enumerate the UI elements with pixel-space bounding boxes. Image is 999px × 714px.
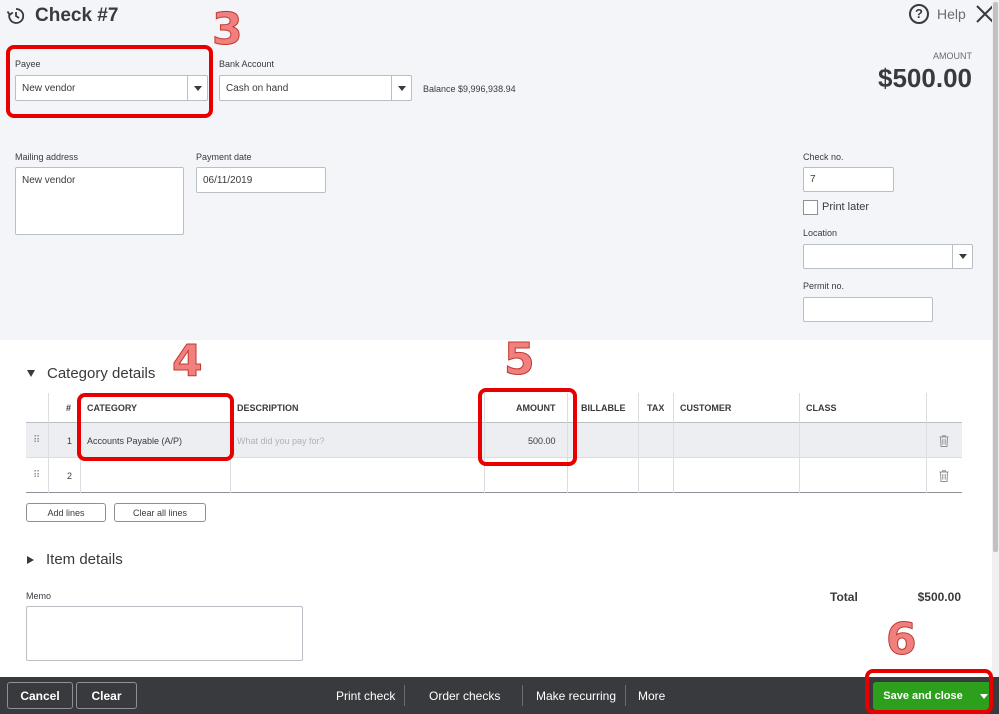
column-divider — [926, 393, 927, 493]
print-later-checkbox[interactable] — [803, 200, 818, 215]
column-divider — [673, 393, 674, 493]
footer-divider — [625, 685, 626, 706]
trash-icon[interactable] — [939, 470, 949, 482]
row-description[interactable]: What did you pay for? — [237, 423, 325, 458]
bank-balance: Balance $9,996,938.94 — [423, 84, 516, 94]
column-divider — [48, 393, 49, 493]
more-link[interactable]: More — [638, 677, 665, 714]
bank-account-dropdown-toggle[interactable] — [391, 76, 411, 100]
help-icon: ? — [909, 4, 929, 24]
amount-label: AMOUNT — [933, 51, 972, 61]
column-divider — [799, 393, 800, 493]
add-lines-button[interactable]: Add lines — [26, 503, 106, 522]
mailing-address-input[interactable]: New vendor — [15, 167, 184, 235]
row-amount[interactable]: 500.00 — [528, 423, 556, 458]
location-label: Location — [803, 228, 838, 238]
mailing-address-value: New vendor — [22, 175, 76, 186]
chevron-down-icon — [958, 254, 967, 259]
help-label: Help — [937, 6, 966, 22]
memo-label: Memo — [26, 591, 52, 601]
save-and-close-label: Save and close — [883, 690, 963, 702]
payee-dropdown-toggle[interactable] — [187, 76, 207, 100]
payment-date-label: Payment date — [196, 152, 252, 162]
row-num: 1 — [67, 435, 73, 446]
chevron-down-icon[interactable] — [980, 694, 988, 699]
page-title: Check #7 — [35, 5, 119, 26]
check-no-input[interactable]: 7 — [803, 167, 894, 192]
drag-handle-icon[interactable]: ⠿ — [33, 458, 40, 493]
order-checks-link[interactable]: Order checks — [429, 677, 500, 714]
col-category: CATEGORY — [87, 403, 138, 413]
check-no-label: Check no. — [803, 152, 844, 162]
bank-account-label: Bank Account — [219, 59, 275, 69]
item-details-toggle[interactable]: Item details — [27, 551, 123, 568]
total-label: Total — [830, 590, 858, 604]
mailing-address-label: Mailing address — [15, 152, 79, 162]
category-details-title: Category details — [47, 365, 156, 382]
table-row[interactable]: ⠿ 2 — [26, 458, 962, 493]
permit-no-label: Permit no. — [803, 281, 845, 291]
payment-date-value: 06/11/2019 — [203, 174, 253, 186]
table-row[interactable]: ⠿ 1 Accounts Payable (A/P) What did you … — [26, 423, 962, 458]
footer-divider — [404, 685, 405, 706]
save-and-close-button[interactable]: Save and close — [873, 682, 993, 710]
print-later-label: Print later — [822, 201, 870, 213]
col-num: # — [66, 403, 72, 413]
column-divider — [567, 393, 568, 493]
row-category[interactable]: Accounts Payable (A/P) — [87, 423, 182, 458]
caret-down-icon — [27, 370, 35, 377]
col-customer: CUSTOMER — [680, 403, 732, 413]
print-check-link[interactable]: Print check — [336, 677, 395, 714]
permit-no-input[interactable] — [803, 297, 933, 322]
memo-input[interactable] — [26, 606, 303, 661]
column-divider — [80, 393, 81, 493]
col-billable: BILLABLE — [581, 403, 626, 413]
help-button[interactable]: ? Help — [909, 4, 966, 24]
payment-date-input[interactable]: 06/11/2019 — [196, 167, 326, 193]
row-num: 2 — [67, 470, 73, 481]
column-divider — [484, 393, 485, 493]
location-dropdown[interactable] — [803, 244, 973, 269]
cancel-button[interactable]: Cancel — [7, 682, 73, 709]
category-details-toggle[interactable]: Category details — [27, 365, 155, 382]
history-icon[interactable] — [6, 6, 26, 26]
column-divider — [638, 393, 639, 493]
bank-account-value: Cash on hand — [226, 82, 289, 94]
payee-dropdown[interactable]: New vendor — [15, 75, 208, 101]
chevron-down-icon — [397, 85, 406, 91]
footer-divider — [522, 685, 523, 706]
check-no-value: 7 — [810, 174, 816, 185]
payee-label: Payee — [15, 59, 41, 69]
col-amount: AMOUNT — [516, 403, 556, 413]
chevron-down-icon — [193, 85, 202, 91]
make-recurring-link[interactable]: Make recurring — [536, 677, 616, 714]
title-bar: Check #7 — [6, 4, 118, 28]
caret-right-icon — [27, 555, 34, 564]
location-dropdown-toggle[interactable] — [952, 245, 972, 268]
clear-all-lines-button[interactable]: Clear all lines — [114, 503, 206, 522]
drag-handle-icon[interactable]: ⠿ — [33, 423, 40, 458]
trash-icon[interactable] — [939, 435, 949, 447]
col-description: DESCRIPTION — [237, 403, 299, 413]
scrollbar-thumb[interactable] — [993, 2, 998, 552]
col-class: CLASS — [806, 403, 837, 413]
bank-account-dropdown[interactable]: Cash on hand — [219, 75, 412, 101]
table-header: # CATEGORY DESCRIPTION AMOUNT BILLABLE T… — [26, 393, 962, 423]
payee-value: New vendor — [22, 82, 76, 94]
footer-bar: Cancel Clear Print check Order checks Ma… — [0, 677, 999, 714]
clear-button[interactable]: Clear — [76, 682, 137, 709]
col-tax: TAX — [647, 403, 665, 413]
item-details-title: Item details — [46, 551, 123, 568]
total-value: $500.00 — [917, 590, 961, 604]
amount-value: $500.00 — [878, 63, 972, 93]
column-divider — [230, 393, 231, 493]
vertical-scrollbar[interactable] — [992, 0, 999, 677]
